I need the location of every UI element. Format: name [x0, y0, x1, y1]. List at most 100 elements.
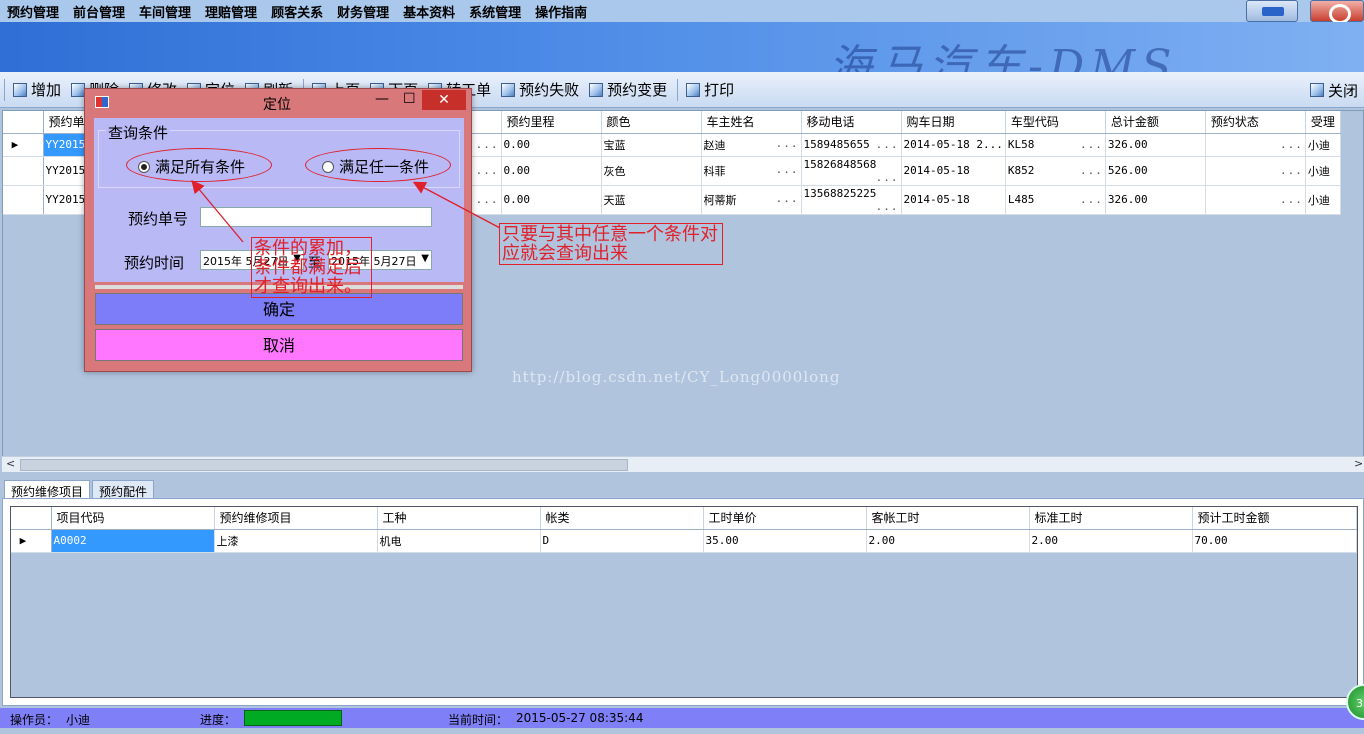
cell-mileage[interactable]: 0.00	[501, 133, 602, 157]
cancel-button[interactable]: 取消	[95, 329, 463, 361]
menu-workshop[interactable]: 车间管理	[132, 2, 198, 21]
table-row[interactable]: ▶ A0002 上漆 机电 D 35.00 2.00 2.00 70.00	[11, 529, 1357, 553]
close-toolbar-button[interactable]: 关闭	[1306, 78, 1362, 102]
scroll-thumb[interactable]	[20, 459, 628, 471]
booking-change-button[interactable]: 预约变更	[585, 78, 671, 102]
column-header[interactable]: 预约里程	[501, 111, 602, 134]
column-header[interactable]: 车型代码	[1005, 111, 1106, 134]
column-header[interactable]: 购车日期	[901, 111, 1006, 134]
toolbar-separator	[677, 78, 679, 101]
menu-booking[interactable]: 预约管理	[0, 2, 66, 21]
cell-type[interactable]: 机电	[377, 529, 541, 553]
order-number-input[interactable]	[200, 207, 432, 227]
column-header[interactable]: 总计金额	[1105, 111, 1206, 134]
column-header[interactable]: 工种	[377, 507, 541, 530]
cell-status[interactable]: ...	[1205, 133, 1306, 157]
phone-text: 13568825225	[803, 186, 877, 200]
menu-front-desk[interactable]: 前台管理	[66, 2, 132, 21]
cell-model[interactable]: K852...	[1005, 156, 1106, 186]
column-header[interactable]: 预计工时金额	[1192, 507, 1357, 530]
column-header[interactable]: 预约状态	[1205, 111, 1306, 134]
operator-label: 操作员：	[10, 713, 59, 727]
time-value: 2015-05-27 08:35:44	[516, 711, 644, 725]
repair-items-grid[interactable]: 项目代码 预约维修项目 工种 帐类 工时单价 客帐工时 标准工时 预计工时金额 …	[10, 506, 1358, 698]
cell-total[interactable]: 526.00	[1105, 156, 1206, 186]
progress-label: 进度：	[200, 713, 237, 727]
dialog-maximize-icon[interactable]: ☐	[403, 91, 416, 107]
annotation-ellipse-all	[126, 148, 272, 182]
owner-text: 赵迪	[703, 138, 726, 152]
model-text: L485	[1007, 193, 1035, 206]
cell-account[interactable]: D	[540, 529, 704, 553]
cell-status[interactable]: ...	[1205, 156, 1306, 186]
row-header-corner	[11, 507, 52, 530]
column-header[interactable]: 颜色	[601, 111, 702, 134]
annotation-note-all: 条件的累加，条件都满足后才查询出来。	[251, 237, 372, 298]
cell-mileage[interactable]: 0.00	[501, 185, 602, 215]
cell-date[interactable]: 2014-05-18	[901, 185, 1006, 215]
cell-model[interactable]: L485...	[1005, 185, 1106, 215]
cell-model[interactable]: KL58...	[1005, 133, 1106, 157]
add-button[interactable]: 增加	[9, 78, 65, 102]
menu-basic-data[interactable]: 基本资料	[396, 2, 462, 21]
scroll-left-icon[interactable]: <	[6, 457, 15, 470]
annotation-ellipse-any	[305, 148, 451, 182]
image-icon	[501, 82, 516, 97]
header-row: 项目代码 预约维修项目 工种 帐类 工时单价 客帐工时 标准工时 预计工时金额	[11, 507, 1357, 530]
cell-unit-price[interactable]: 35.00	[703, 529, 867, 553]
print-button[interactable]: 打印	[682, 78, 738, 102]
cell-phone[interactable]: 1589485655...	[801, 133, 902, 157]
cell-phone[interactable]: 15826848568...	[801, 156, 902, 186]
menu-guide[interactable]: 操作指南	[528, 2, 594, 21]
cell-std-hours[interactable]: 2.00	[1029, 529, 1193, 553]
cell-total[interactable]: 326.00	[1105, 133, 1206, 157]
menu-finance[interactable]: 财务管理	[330, 2, 396, 21]
menu-system[interactable]: 系统管理	[462, 2, 528, 21]
column-header[interactable]: 帐类	[540, 507, 704, 530]
cell-accept[interactable]: 小迪	[1305, 133, 1341, 157]
cell-item[interactable]: 上漆	[214, 529, 378, 553]
cell-color[interactable]: 天蓝	[601, 185, 702, 215]
row-header	[3, 156, 44, 186]
column-header[interactable]: 移动电话	[801, 111, 902, 134]
cell-accept[interactable]: 小迪	[1305, 185, 1341, 215]
cell-date[interactable]: 2014-05-18	[901, 156, 1006, 186]
locate-dialog: 定位 — ☐ ✕ 查询条件 满足所有条件 满足任一条件 预约单号 预约时间 20…	[84, 88, 472, 372]
cell-code[interactable]: A0002	[51, 529, 215, 553]
cell-color[interactable]: 灰色	[601, 156, 702, 186]
cell-owner[interactable]: 科菲...	[701, 156, 802, 186]
cell-status[interactable]: ...	[1205, 185, 1306, 215]
column-header[interactable]: 项目代码	[51, 507, 215, 530]
cell-color[interactable]: 宝蓝	[601, 133, 702, 157]
minimize-button[interactable]	[1246, 0, 1298, 22]
cell-cust-hours[interactable]: 2.00	[866, 529, 1030, 553]
menu-customer[interactable]: 顾客关系	[264, 2, 330, 21]
order-number-label: 预约单号	[128, 210, 189, 228]
cell-owner[interactable]: 赵迪...	[701, 133, 802, 157]
column-header[interactable]: 车主姓名	[701, 111, 802, 134]
horizontal-scrollbar[interactable]: < >	[2, 456, 1364, 472]
menu-bar: 预约管理 前台管理 车间管理 理赔管理 顾客关系 财务管理 基本资料 系统管理 …	[0, 0, 1364, 22]
dialog-minimize-icon[interactable]: —	[375, 91, 389, 107]
dialog-title-bar[interactable]: 定位 — ☐ ✕	[85, 89, 471, 115]
cell-mileage[interactable]: 0.00	[501, 156, 602, 186]
dialog-close-icon[interactable]: ✕	[422, 90, 466, 110]
cell-amount[interactable]: 70.00	[1192, 529, 1357, 553]
power-close-button[interactable]	[1310, 0, 1364, 24]
chevron-down-icon: ▼	[421, 253, 429, 264]
booking-fail-button[interactable]: 预约失败	[497, 78, 583, 102]
column-header[interactable]: 受理	[1305, 111, 1341, 134]
cell-total[interactable]: 326.00	[1105, 185, 1206, 215]
cell-accept[interactable]: 小迪	[1305, 156, 1341, 186]
column-header[interactable]: 预约维修项目	[214, 507, 378, 530]
column-header[interactable]: 标准工时	[1029, 507, 1193, 530]
progress-bar	[244, 710, 342, 726]
image-icon	[13, 82, 27, 97]
column-header[interactable]: 工时单价	[703, 507, 867, 530]
column-header[interactable]: 客帐工时	[866, 507, 1030, 530]
menu-claims[interactable]: 理赔管理	[198, 2, 264, 21]
scroll-right-icon[interactable]: >	[1354, 457, 1363, 470]
cell-date[interactable]: 2014-05-18 2...	[901, 133, 1006, 157]
cell-owner[interactable]: 柯蒂斯...	[701, 185, 802, 215]
cell-phone[interactable]: 13568825225...	[801, 185, 902, 215]
